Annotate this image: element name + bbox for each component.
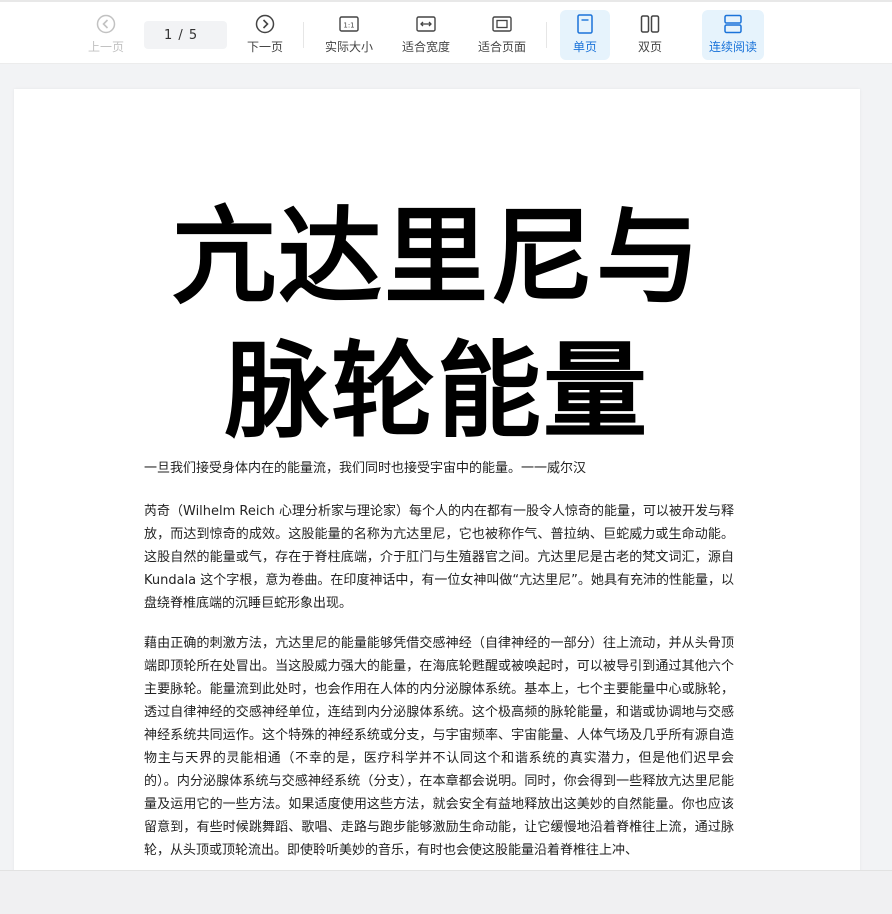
document-title-line-2: 脉轮能量 [224,330,649,452]
document-title-line-1: 亢达里尼与 [171,196,702,318]
single-page-icon [574,13,596,35]
next-page-label: 下一页 [246,40,283,54]
continuous-reading-icon [722,13,744,35]
fit-width-icon [415,13,437,35]
next-page-button[interactable]: 下一页 [243,10,287,60]
page-number-input[interactable]: 1 / 5 [144,21,227,49]
body-paragraph-2: 藉由正确的刺激方法，亢达里尼的能量能够凭借交感神经（自律神经的一部分）往上流动，… [144,636,734,858]
continuous-reading-button[interactable]: 连续阅读 [702,10,764,60]
chevron-left-circle-icon [95,13,117,35]
fit-width-button[interactable]: 适合宽度 [397,10,455,60]
bottom-bar [0,870,892,914]
fit-page-icon [491,13,513,35]
single-page-label: 单页 [572,40,597,54]
pdf-toolbar: 上一页 1 / 5 下一页 1:1 实际大小 适合宽度 适合页面 单页 双页 连… [0,0,892,64]
toolbar-divider [546,22,547,48]
actual-size-button[interactable]: 1:1 实际大小 [320,10,378,60]
fit-page-button[interactable]: 适合页面 [473,10,531,60]
actual-size-label: 实际大小 [324,40,373,54]
prev-page-button[interactable]: 上一页 [84,10,128,60]
single-page-button[interactable]: 单页 [560,10,610,60]
prev-page-label: 上一页 [87,40,124,54]
toolbar-divider [303,22,304,48]
document-page: 亢达里尼与 脉轮能量 一旦我们接受身体内在的能量流，我们同时也接受宇宙中的能量。… [14,89,860,870]
double-page-button[interactable]: 双页 [625,10,675,60]
actual-size-icon: 1:1 [338,13,360,35]
double-page-label: 双页 [637,40,662,54]
chevron-right-circle-icon [254,13,276,35]
fit-width-label: 适合宽度 [401,40,450,54]
continuous-reading-label: 连续阅读 [708,40,757,54]
fit-page-label: 适合页面 [477,40,526,54]
double-page-icon [639,13,661,35]
svg-text:1:1: 1:1 [343,22,354,30]
epigraph-quote: 一旦我们接受身体内在的能量流，我们同时也接受宇宙中的能量。一一威尔汉 [144,461,587,476]
body-paragraph-1: 芮奇（Wilhelm Reich 心理分析家与理论家）每个人的内在都有一股令人惊… [144,504,735,611]
document-viewport[interactable]: 亢达里尼与 脉轮能量 一旦我们接受身体内在的能量流，我们同时也接受宇宙中的能量。… [0,65,892,870]
